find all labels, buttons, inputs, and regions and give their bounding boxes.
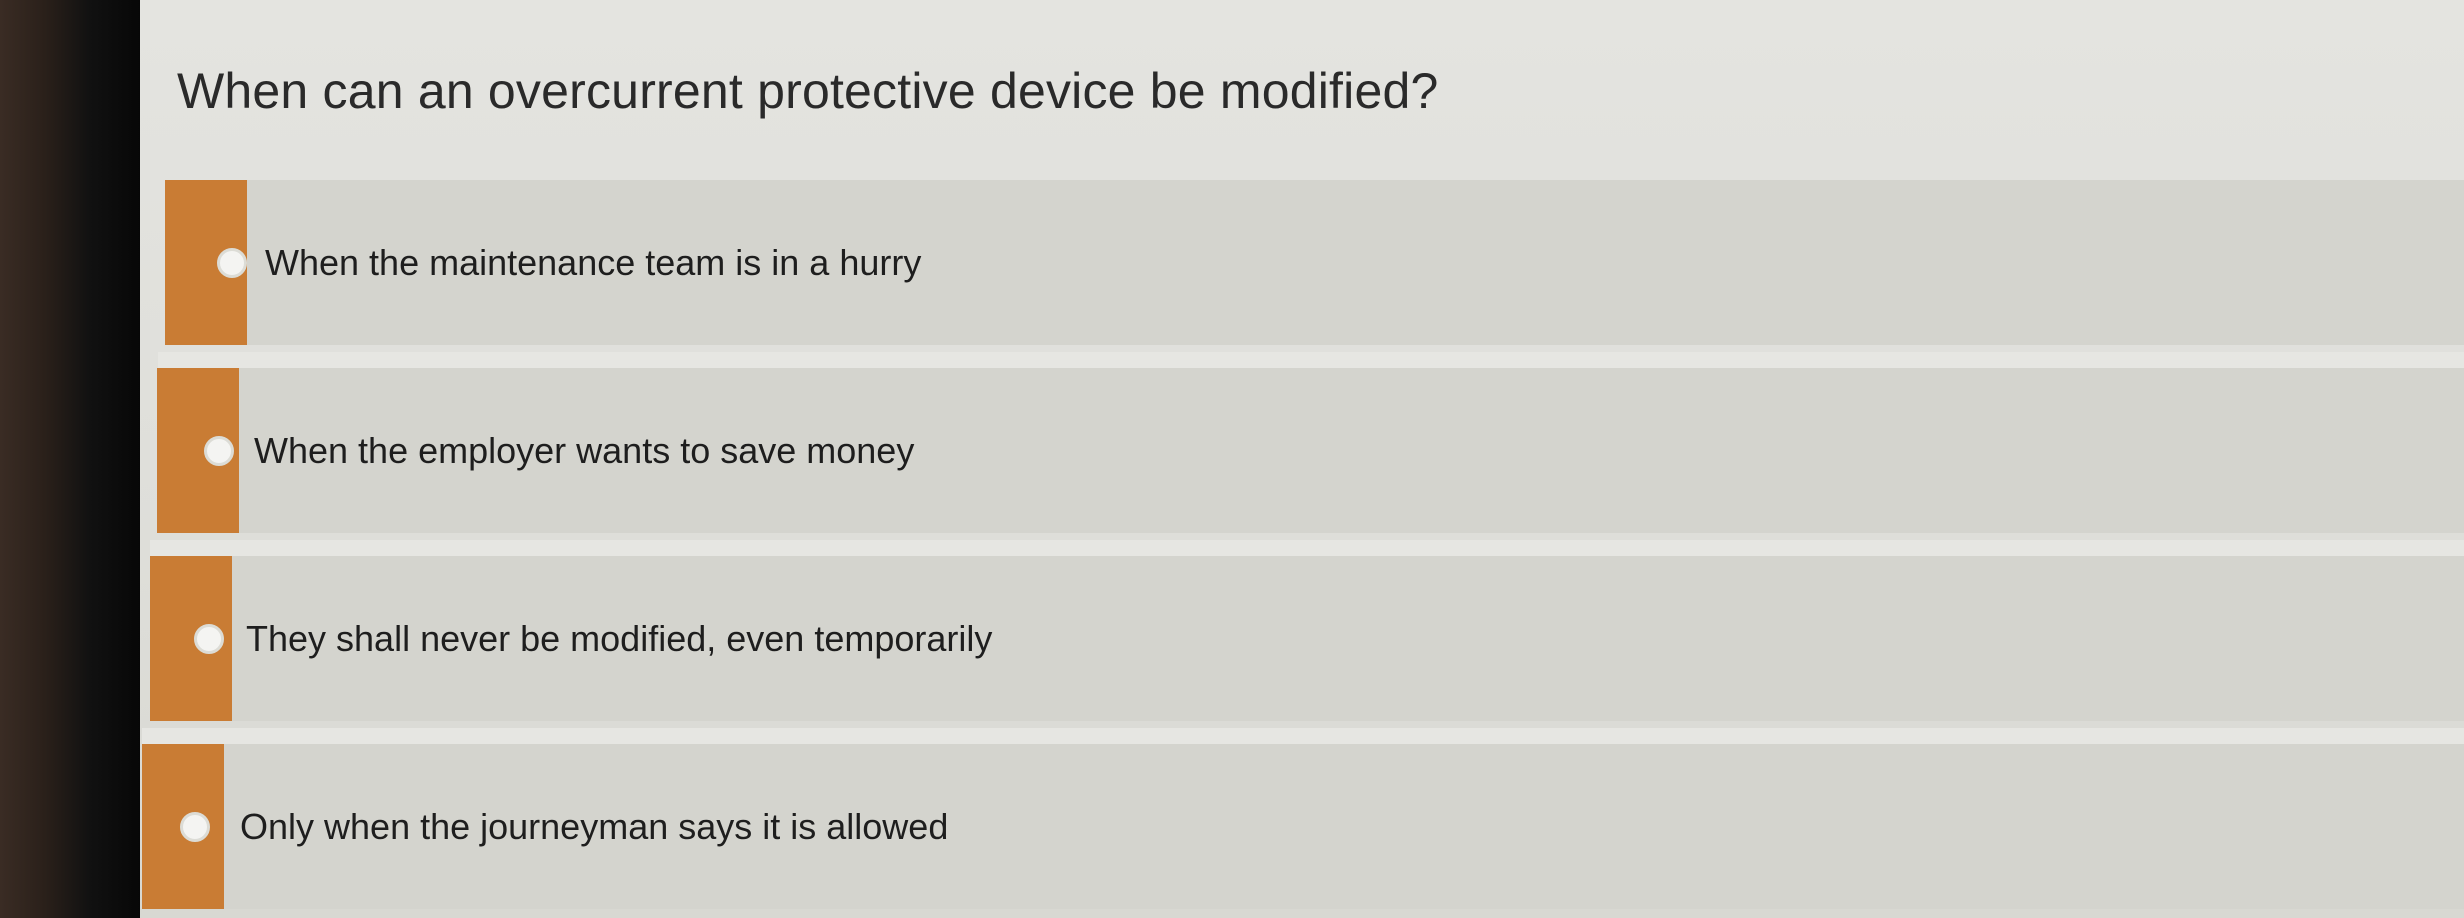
option-divider [158,352,2464,368]
radio-button[interactable] [204,435,234,466]
option-divider [150,540,2464,556]
option-label: When the employer wants to save money [254,429,915,471]
radio-button[interactable] [180,811,210,842]
option-divider [142,728,2464,744]
answer-option-2[interactable]: When the employer wants to save money [157,368,2464,533]
answer-option-3[interactable]: They shall never be modified, even tempo… [150,556,2464,721]
radio-button[interactable] [217,247,247,278]
option-label: They shall never be modified, even tempo… [246,617,993,659]
quiz-screen: When can an overcurrent protective devic… [140,0,2464,918]
question-text: When can an overcurrent protective devic… [177,63,1439,119]
radio-button[interactable] [194,623,224,654]
option-label: When the maintenance team is in a hurry [265,241,922,283]
device-bezel [0,0,150,918]
answer-option-1[interactable]: When the maintenance team is in a hurry [165,180,2464,345]
answer-option-4[interactable]: Only when the journeyman says it is allo… [142,744,2464,909]
option-label: Only when the journeyman says it is allo… [240,805,949,847]
